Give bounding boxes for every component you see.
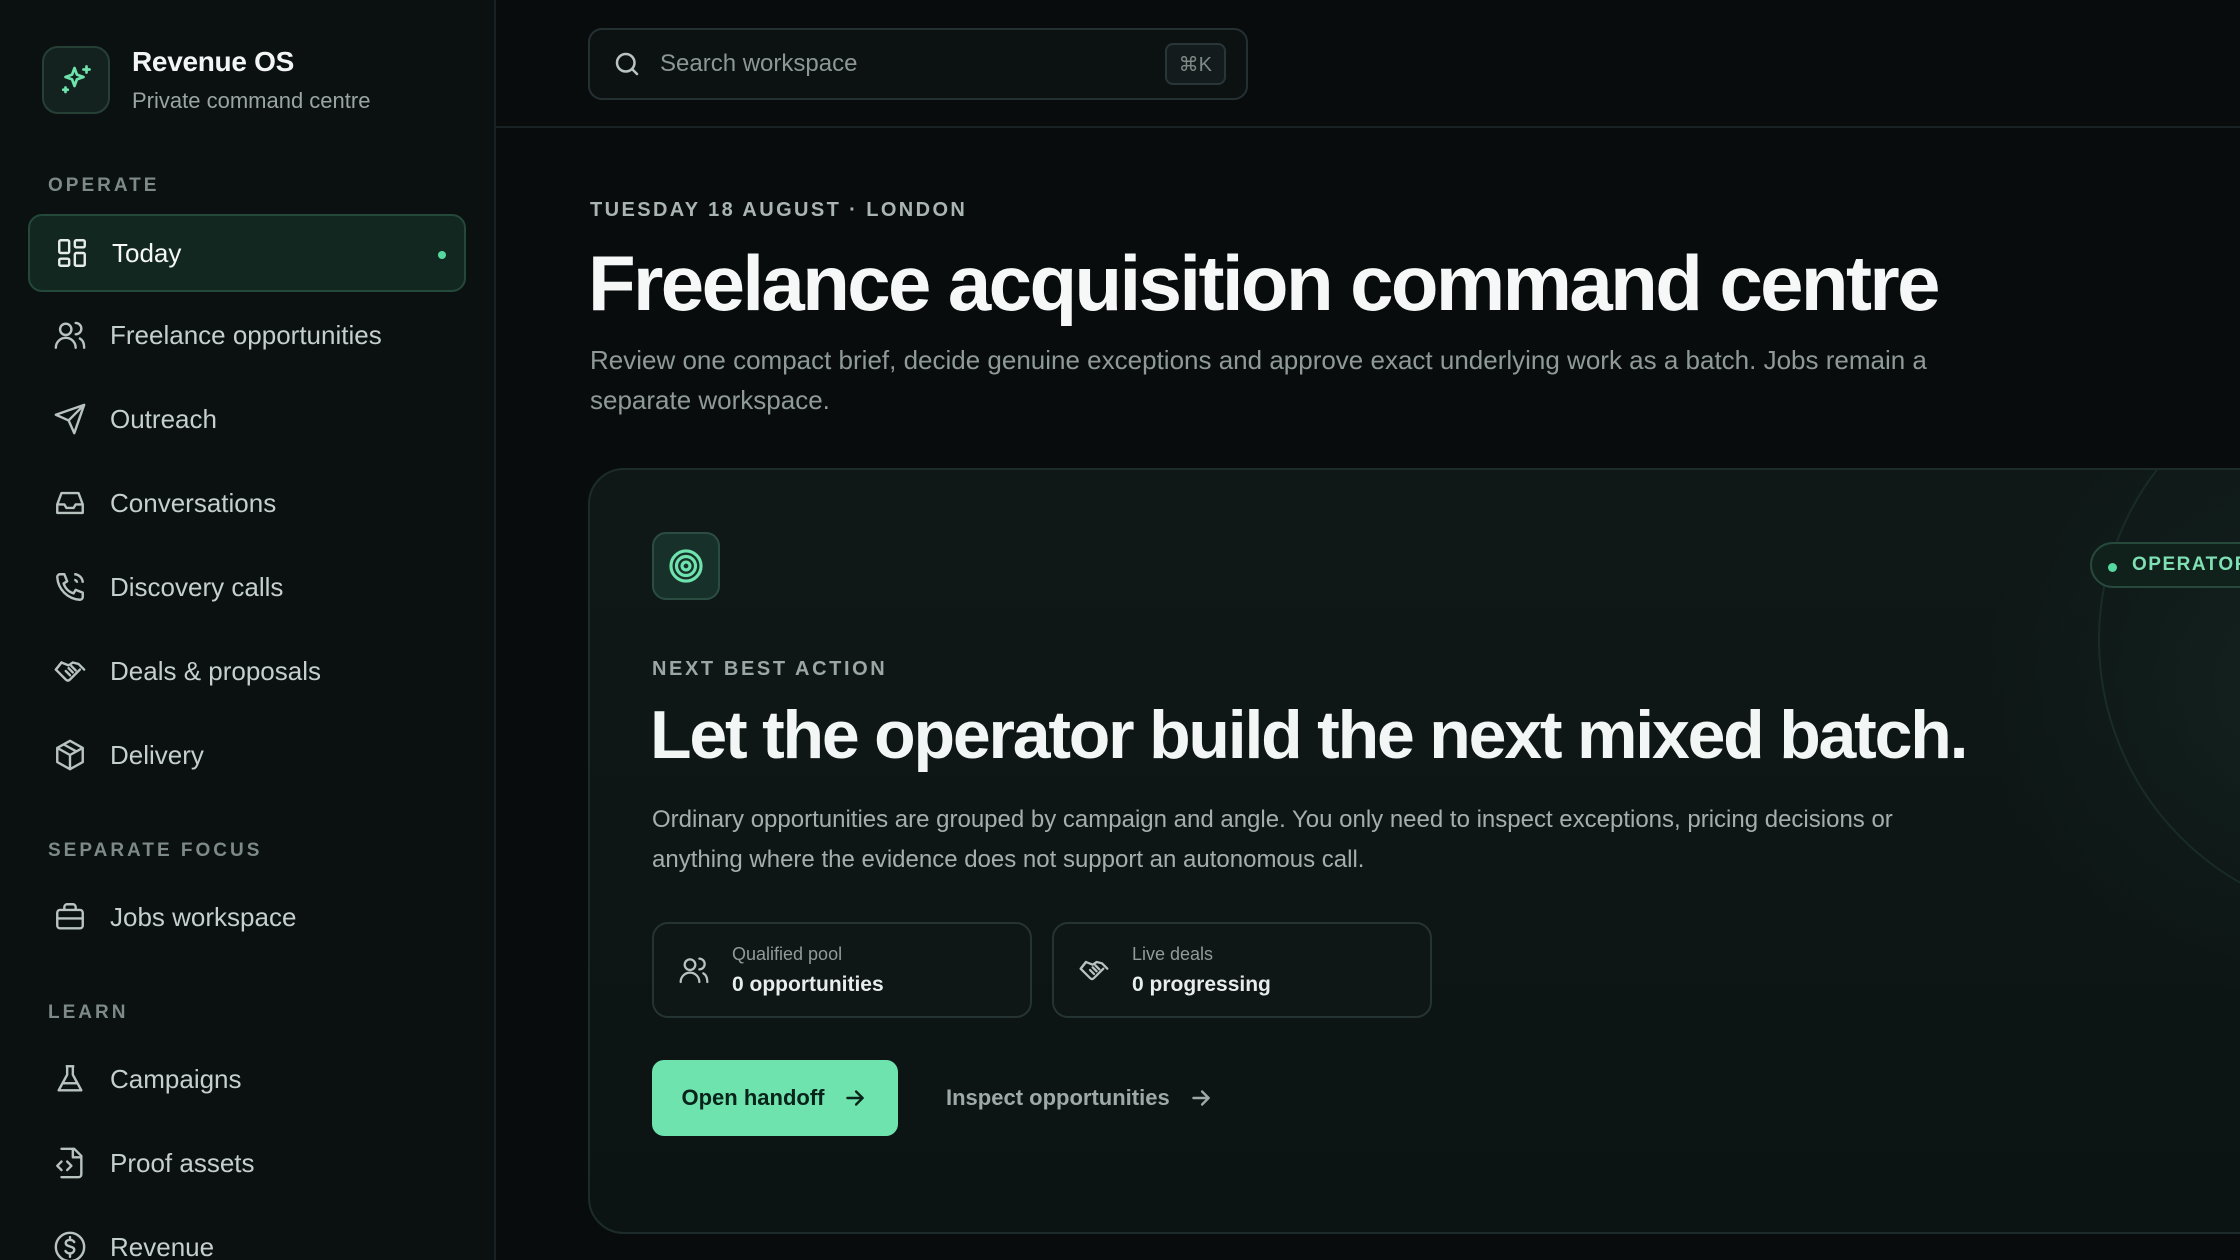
inbox-icon xyxy=(52,485,88,521)
app-root: Revenue OS Private command centre OPERAT… xyxy=(0,0,2240,1260)
target-icon xyxy=(652,532,720,600)
sidebar-item-label: Conversations xyxy=(110,487,277,518)
handshake-icon xyxy=(1076,952,1112,988)
keyboard-shortcut-badge: ⌘K xyxy=(1164,43,1226,85)
button-label: Open handoff xyxy=(681,1085,825,1110)
sidebar-item-discovery-calls[interactable]: Discovery calls xyxy=(28,548,466,626)
sidebar-item-label: Revenue xyxy=(110,1231,215,1260)
operator-status-badge: OPERATOR R xyxy=(2090,542,2240,588)
flask-icon xyxy=(52,1061,88,1097)
sidebar-item-label: Campaigns xyxy=(110,1063,242,1094)
section-label-learn: LEARN xyxy=(48,1002,129,1023)
stat-qualified-pool: Qualified pool 0 opportunities xyxy=(652,922,1032,1018)
card-description: Ordinary opportunities are grouped by ca… xyxy=(652,806,1893,873)
briefcase-icon xyxy=(52,899,88,935)
sidebar-item-proof-assets[interactable]: Proof assets xyxy=(28,1124,466,1202)
dashboard-grid-icon xyxy=(54,235,90,271)
page-title: Freelance acquisition command centre xyxy=(588,239,1940,327)
dollar-circle-icon xyxy=(52,1229,88,1260)
sidebar-item-jobs-workspace[interactable]: Jobs workspace xyxy=(28,878,466,956)
users-icon xyxy=(52,317,88,353)
stat-value: 0 opportunities xyxy=(732,972,884,996)
arrow-right-icon xyxy=(1188,1085,1214,1111)
next-best-action-card: OPERATOR R NEXT BEST ACTION Let the oper… xyxy=(588,468,2240,1234)
section-label-operate: OPERATE xyxy=(48,175,160,196)
sidebar-item-label: Deals & proposals xyxy=(110,655,321,686)
sidebar-item-conversations[interactable]: Conversations xyxy=(28,464,466,542)
topbar: Search workspace ⌘K xyxy=(496,0,2240,128)
sidebar-item-label: Discovery calls xyxy=(110,571,284,602)
sidebar-item-today[interactable]: Today xyxy=(28,214,466,292)
search-placeholder: Search workspace xyxy=(660,50,858,77)
sidebar-item-label: Today xyxy=(112,237,182,268)
card-title: Let the operator build the next mixed ba… xyxy=(650,697,1968,773)
active-indicator-dot xyxy=(438,251,446,259)
sidebar-item-label: Freelance opportunities xyxy=(110,319,382,350)
link-label: Inspect opportunities xyxy=(946,1085,1170,1110)
sidebar-item-delivery[interactable]: Delivery xyxy=(28,716,466,794)
brand[interactable]: Revenue OS Private command centre xyxy=(42,46,370,114)
package-icon xyxy=(52,737,88,773)
handshake-icon xyxy=(52,653,88,689)
section-label-separate-focus: SEPARATE FOCUS xyxy=(48,840,263,861)
sidebar-item-revenue[interactable]: Revenue xyxy=(28,1208,466,1260)
stat-label: Qualified pool xyxy=(732,943,843,964)
sparkles-icon xyxy=(42,46,110,114)
sidebar: Revenue OS Private command centre OPERAT… xyxy=(0,0,496,1260)
brand-subtitle: Private command centre xyxy=(132,88,371,113)
sidebar-item-label: Proof assets xyxy=(110,1147,255,1178)
stat-live-deals: Live deals 0 progressing xyxy=(1052,922,1432,1018)
sidebar-item-label: Outreach xyxy=(110,403,217,434)
page-date-location: TUESDAY 18 AUGUST · LONDON xyxy=(590,199,968,221)
phone-icon xyxy=(52,569,88,605)
card-eyebrow: NEXT BEST ACTION xyxy=(652,658,888,680)
search-input[interactable]: Search workspace ⌘K xyxy=(588,28,1248,100)
sidebar-item-outreach[interactable]: Outreach xyxy=(28,380,466,458)
inspect-opportunities-link[interactable]: Inspect opportunities xyxy=(946,1060,1214,1136)
send-icon xyxy=(52,401,88,437)
sidebar-item-label: Jobs workspace xyxy=(110,901,297,932)
sidebar-item-freelance-opportunities[interactable]: Freelance opportunities xyxy=(28,296,466,374)
sidebar-item-label: Delivery xyxy=(110,739,204,770)
page-description: Review one compact brief, decide genuine… xyxy=(590,345,1927,415)
stat-label: Live deals xyxy=(1132,943,1214,964)
sidebar-item-deals-proposals[interactable]: Deals & proposals xyxy=(28,632,466,710)
search-icon xyxy=(612,49,642,79)
open-handoff-button[interactable]: Open handoff xyxy=(652,1060,898,1136)
brand-name: Revenue OS xyxy=(132,46,294,77)
sidebar-item-campaigns[interactable]: Campaigns xyxy=(28,1040,466,1118)
file-code-icon xyxy=(52,1145,88,1181)
stat-value: 0 progressing xyxy=(1132,972,1271,996)
users-icon xyxy=(676,952,712,988)
arrow-right-icon xyxy=(842,1085,868,1111)
